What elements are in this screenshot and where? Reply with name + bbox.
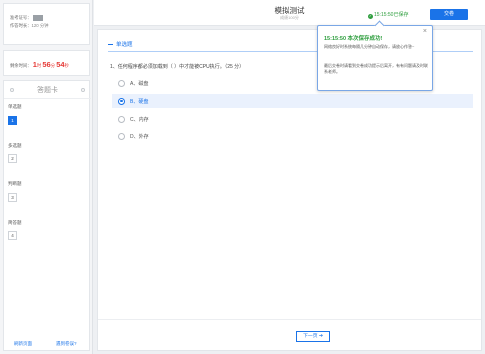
sheet-section-label: 单选题 — [8, 104, 22, 109]
report-error-link[interactable]: 遇到卷误? — [56, 341, 77, 347]
save-status: ✓ 15:15:50已保存 — [368, 11, 408, 19]
option-label: C、内存 — [130, 117, 149, 123]
answer-sheet-title: 答题卡 — [37, 87, 58, 94]
sheet-section-label: 判断题 — [8, 181, 22, 186]
sidebar: 准考证号： 作答时长：120 分钟 剩余时间： 1时 56分 54秒 答题卡 单… — [0, 0, 93, 354]
close-icon[interactable]: × — [423, 28, 427, 35]
header-bar: 模拟测试 成绩100分 ✓ 15:15:50已保存 交卷 — [94, 0, 485, 26]
question-nav-1[interactable]: 1 — [8, 116, 17, 125]
section-title: 单选题 — [116, 42, 133, 48]
question-nav-2[interactable]: 2 — [8, 154, 17, 163]
check-circle-icon: ✓ — [368, 13, 373, 19]
toast-title: 15:15:50 本次保存成功! — [324, 36, 383, 42]
candidate-id-label: 准考证号： — [10, 15, 32, 21]
question-nav-4[interactable]: 4 — [8, 231, 17, 240]
sheet-section-label: 简答题 — [8, 220, 22, 225]
circle-icon — [81, 88, 85, 92]
refresh-page-link[interactable]: 刷新页面 — [14, 341, 32, 347]
section-heading: 单选题 — [108, 40, 133, 48]
option-b[interactable]: B、硬盘 — [112, 94, 473, 108]
dash-icon — [108, 44, 113, 46]
question-nav-3[interactable]: 3 — [8, 193, 17, 202]
toast-message: 最后交卷时请看到交卷成功提示后离开，有有问题请及时联系老师。 — [324, 63, 428, 74]
candidate-id-row: 准考证号： — [10, 15, 44, 21]
timer-minutes: 56 — [42, 60, 51, 69]
save-success-popover: × 15:15:50 本次保存成功! 网络良好时系统每隔几分钟自动保存，请放心作… — [317, 25, 433, 91]
exam-subtitle: 成绩100分 — [280, 15, 299, 20]
option-c[interactable]: C、内存 — [112, 112, 473, 126]
timer-minutes-unit: 分 — [50, 63, 55, 68]
submit-exam-button[interactable]: 交卷 — [430, 9, 468, 20]
next-page-button[interactable]: 下一页 ➔ — [296, 331, 330, 342]
timer-seconds: 54 — [56, 60, 65, 69]
option-d[interactable]: D、外存 — [112, 129, 473, 143]
option-label: B、硬盘 — [130, 99, 149, 105]
option-label: A、磁盘 — [130, 81, 149, 87]
candidate-card: 准考证号： 作答时长：120 分钟 — [3, 3, 90, 45]
divider — [98, 319, 481, 320]
sheet-section-label: 多选题 — [8, 143, 22, 148]
toast-message: 网络良好时系统每隔几分钟自动保存，请放心作答~ — [324, 44, 415, 49]
option-label: D、外存 — [130, 134, 149, 140]
timer-hours-unit: 时 — [36, 63, 42, 68]
timer-label: 剩余时间： — [10, 63, 32, 68]
timer-card: 剩余时间： 1时 56分 54秒 — [3, 50, 90, 76]
candidate-id-redacted — [33, 15, 44, 21]
save-status-text: 15:15:50已保存 — [374, 12, 409, 18]
divider — [4, 98, 91, 99]
answer-sheet: 答题卡 单选题 1 多选题 2 判断题 3 简答题 4 刷新页面 遇到卷误? — [3, 80, 91, 351]
radio-button[interactable] — [118, 115, 125, 123]
duration-label: 作答时长： — [10, 23, 32, 28]
remaining-time: 剩余时间： 1时 56分 54秒 — [10, 60, 69, 69]
radio-button[interactable] — [118, 97, 125, 105]
radio-button[interactable] — [118, 79, 125, 87]
duration-row: 作答时长：120 分钟 — [10, 23, 48, 29]
duration-value: 120 分钟 — [31, 23, 49, 28]
question-text: 1、任何程序都必须加载到（ ）中才能被CPU执行。（25 分） — [110, 64, 245, 70]
timer-seconds-unit: 秒 — [64, 63, 69, 68]
radio-button[interactable] — [118, 132, 125, 140]
